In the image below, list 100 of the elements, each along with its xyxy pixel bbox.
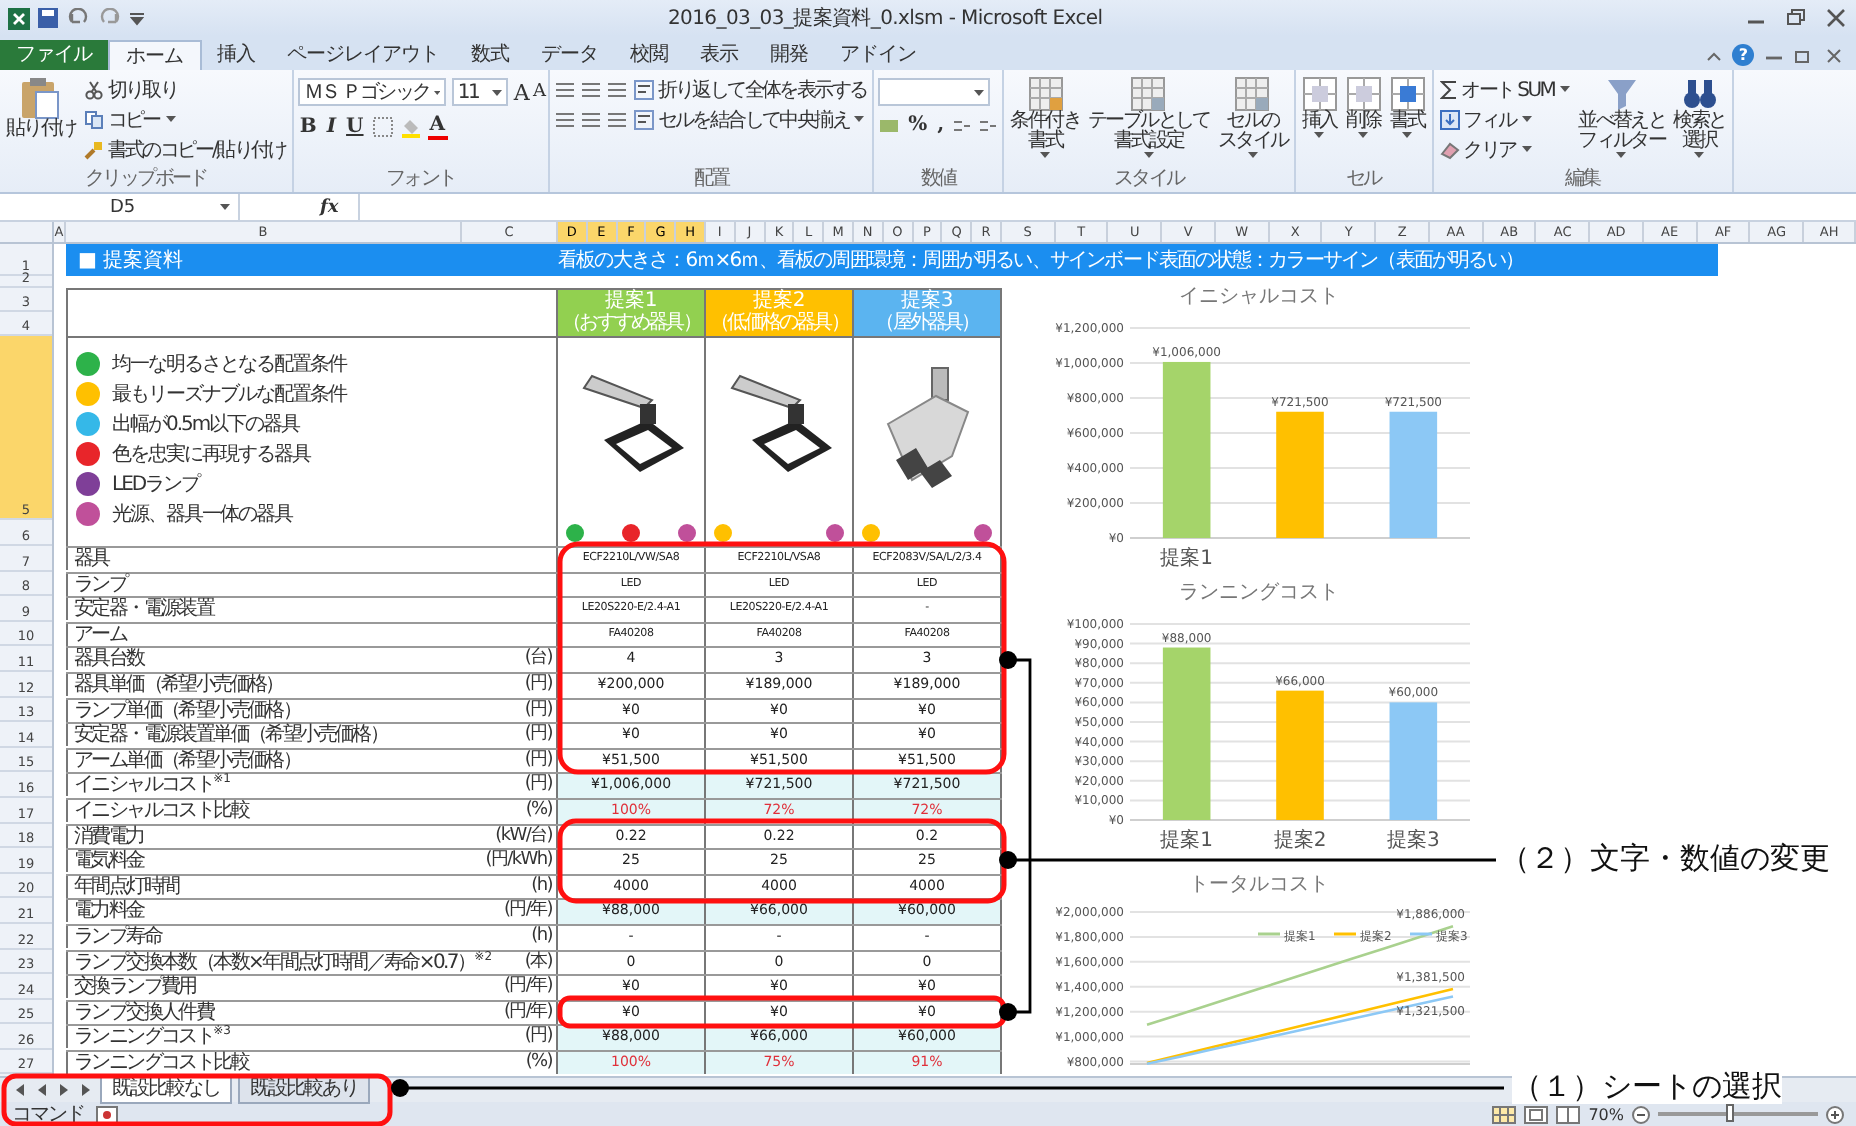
font-style-button[interactable]: I [324,116,339,138]
group-label: スタイル [1112,170,1187,192]
proposal-name: 提案1 [604,290,658,312]
proposal-name: 提案3 [900,290,954,312]
ribbon-tab[interactable]: アドイン [824,40,932,70]
zoom-slider-thumb[interactable] [1726,1104,1734,1122]
ribbon-button[interactable]: 切り取り [81,76,288,102]
unit-label: (円/年) [503,900,552,921]
ribbon-button[interactable]: フィル [1437,106,1573,132]
table-style-icon [1234,76,1271,112]
ribbon-tab[interactable]: ページレイアウト [271,40,455,70]
copy-icon [83,109,104,129]
macro-record-icon[interactable] [96,1105,118,1123]
undo-icon[interactable] [66,8,90,28]
font-style-button[interactable]: B [297,116,319,138]
number-format-button[interactable]: , [935,114,947,136]
restore-icon[interactable] [1794,47,1814,63]
category-label: 提案1 [1160,548,1214,570]
ribbon-tab[interactable]: 開発 [754,40,824,70]
cells-icon [1389,76,1426,112]
close-icon[interactable] [1824,47,1844,63]
ribbon-button[interactable]: 検索と 選択 [1671,74,1728,160]
ribbon-tab[interactable]: 校閲 [614,40,684,70]
legend-line [1334,932,1356,936]
align-icon[interactable] [605,80,628,100]
cells-icon [1301,76,1338,112]
normal-view-icon[interactable] [1492,1105,1517,1123]
sheet-tab[interactable]: 既設比較あり [238,1077,370,1103]
unit-label: (%) [525,1051,552,1072]
decimal-icon[interactable] [978,115,999,135]
row-label: 器具単価（希望小売価格） [74,673,283,696]
font-size-field[interactable]: 11 [451,78,508,106]
insert-function-button[interactable]: fx [240,197,359,217]
row-label: ランプ交換本数（本数×年間点灯時間／寿命×0.7）$^{※2}$ [74,951,493,973]
paintbrush-icon [83,139,104,159]
ribbon-button[interactable]: セルの スタイル [1215,74,1290,160]
ribbon-tab[interactable]: データ [525,40,614,70]
align-icon[interactable] [553,80,576,100]
ribbon-tab[interactable]: ファイル [0,40,108,70]
font-color-button[interactable]: A [427,114,448,140]
align-icon[interactable] [605,110,628,130]
page-break-icon[interactable] [1556,1105,1581,1123]
decimal-icon[interactable] [952,115,973,135]
ribbon-button[interactable]: オート SUM [1437,76,1573,102]
group-label: 編集 [1562,170,1603,192]
sort-filter-icon [1603,76,1640,112]
zoom-level[interactable]: 70% [1588,1105,1624,1123]
zoom-in-icon[interactable] [1826,1105,1844,1123]
border-icon[interactable] [371,116,394,138]
font-size-button[interactable]: A [533,82,544,102]
number-format-field[interactable] [878,78,991,106]
ribbon-button[interactable]: 折り返して全体を表示する [631,76,869,102]
fill-color-icon[interactable] [399,116,422,138]
font-name-field[interactable]: ＭＳ Ｐゴシック [297,78,446,106]
help-button[interactable]: ? [1732,44,1754,66]
font-style-button[interactable]: U [344,116,366,138]
unit-label: (h) [531,925,552,946]
caret-icon[interactable] [130,10,144,26]
zoom-out-icon[interactable] [1632,1105,1650,1123]
row-label: イニシャルコスト比較 [74,799,249,822]
group-label: クリップボード [82,170,209,192]
ribbon-button[interactable]: 条件付き 書式 [1008,74,1082,160]
number-format-button[interactable]: % [906,114,930,136]
ribbon-button[interactable]: 削除 [1343,74,1384,140]
ribbon-button[interactable]: クリア [1437,136,1573,162]
ribbon-tab[interactable]: 表示 [684,40,754,70]
cells-icon [1345,76,1382,112]
callout-dot [999,851,1017,869]
name-box[interactable]: D5 [0,194,240,220]
restore-icon[interactable] [1784,8,1808,28]
unit-label: (h) [531,875,552,896]
paste-button[interactable]: 貼り付け [4,74,78,142]
sheet-tab[interactable]: 既設比較なし [100,1077,232,1103]
align-icon[interactable] [579,110,602,130]
conditions-text: 看板の大きさ：6ｍ×6ｍ、看板の周囲環境：周囲が明るい、サインボード表面の状態：カラーサイン（表面が明るい） [558,247,1524,274]
align-icon[interactable] [553,110,576,130]
row-label: アーム [74,623,127,646]
unit-label: (円) [524,724,552,745]
ribbon-button[interactable]: 挿入 [1299,74,1340,140]
ribbon-button[interactable]: 並べ替えと フィルター [1576,74,1668,160]
ribbon-button[interactable]: 書式 [1387,74,1428,140]
font-size-button[interactable]: A [513,79,528,105]
unit-label: (円/年) [503,1001,552,1022]
eraser-icon [1439,139,1460,159]
window-title: 2016_03_03_提案資料_0.xlsm - Microsoft Excel [668,5,1103,32]
redo-icon[interactable] [98,8,122,28]
ribbon-button[interactable]: テーブルとして 書式設定 [1085,74,1212,160]
page-layout-icon[interactable] [1524,1105,1549,1123]
ribbon-tab[interactable]: ホーム [108,40,201,70]
unit-label: (円) [524,1026,552,1047]
ribbon-button[interactable]: コピー [81,106,288,132]
caret-icon[interactable] [1706,47,1722,63]
align-icon[interactable] [579,80,602,100]
save-icon[interactable] [38,8,58,28]
ribbon-button[interactable]: 書式のコピー/貼り付け [81,136,288,162]
close-icon[interactable] [1824,8,1848,28]
ribbon-button[interactable]: セルを結合して中央揃え [631,106,869,132]
ribbon-tab[interactable]: 数式 [455,40,525,70]
ribbon-tab[interactable]: 挿入 [201,40,271,70]
status-mode: コマンド [12,1102,84,1126]
